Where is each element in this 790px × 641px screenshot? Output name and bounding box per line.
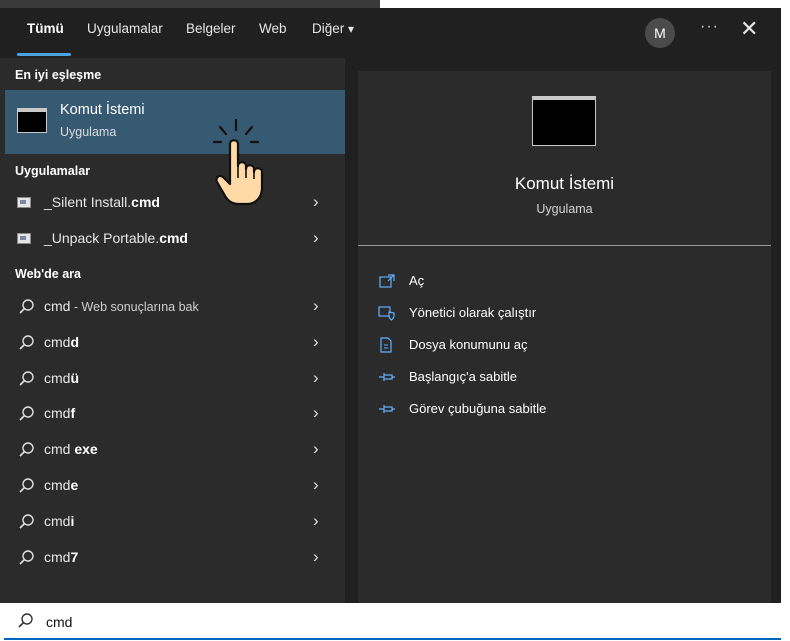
best-match-item[interactable]: Komut İstemi Uygulama xyxy=(5,90,345,154)
open-icon xyxy=(379,274,395,288)
active-tab-indicator xyxy=(17,53,71,56)
web-result-item[interactable]: cmd exe › xyxy=(0,433,345,467)
tab-more-label: Diğer xyxy=(312,21,345,36)
web-result-item[interactable]: cmdü › xyxy=(0,362,345,396)
chevron-right-icon[interactable]: › xyxy=(313,296,319,316)
search-icon xyxy=(19,370,34,386)
more-options-icon[interactable]: ··· xyxy=(700,18,719,36)
details-type: Uygulama xyxy=(536,202,593,216)
web-search-heading: Web'de ara xyxy=(15,267,81,281)
search-input[interactable] xyxy=(44,609,748,635)
command-prompt-large-icon xyxy=(532,96,596,146)
results-list: En iyi eşleşme Komut İstemi Uygulama Uyg… xyxy=(0,58,345,603)
script-file-icon xyxy=(17,233,31,244)
search-box[interactable] xyxy=(4,603,781,640)
start-search-panel: Tümü Uygulamalar Belgeler Web Diğer ▾ M … xyxy=(0,8,781,603)
script-file-icon xyxy=(17,197,31,208)
best-match-heading: En iyi eşleşme xyxy=(15,68,102,82)
search-icon xyxy=(19,335,34,350)
search-icon xyxy=(19,549,34,565)
web-result-item[interactable]: cmdf › xyxy=(0,397,345,431)
details-pane: Komut İstemi Uygulama Aç Yönetici olarak… xyxy=(358,71,771,603)
action-label: Aç xyxy=(409,273,425,288)
chevron-right-icon[interactable]: › xyxy=(313,368,319,388)
chevron-right-icon[interactable]: › xyxy=(313,403,319,423)
action-label: Yönetici olarak çalıştır xyxy=(409,305,537,320)
search-icon xyxy=(19,514,34,529)
command-prompt-icon xyxy=(17,108,47,133)
pin-icon xyxy=(379,405,395,413)
tab-all[interactable]: Tümü xyxy=(27,21,64,36)
web-result-label: cmdü xyxy=(44,369,80,386)
background-strip xyxy=(0,0,790,8)
web-result-label: cmd7 xyxy=(44,548,79,565)
web-result-item[interactable]: cmde › xyxy=(0,469,345,503)
tab-apps[interactable]: Uygulamalar xyxy=(87,21,163,36)
chevron-right-icon[interactable]: › xyxy=(313,228,319,248)
web-result-label: cmde xyxy=(44,477,79,493)
web-result-item[interactable]: cmdi › xyxy=(0,505,345,539)
web-result-item[interactable]: cmd - Web sonuçlarına bak › xyxy=(0,290,345,324)
web-result-item[interactable]: cmd7 › xyxy=(0,541,345,575)
filter-tabs: Tümü Uygulamalar Belgeler Web Diğer ▾ M … xyxy=(0,8,781,58)
web-result-label: cmdf xyxy=(44,405,76,422)
chevron-right-icon[interactable]: › xyxy=(313,439,319,459)
chevron-right-icon[interactable]: › xyxy=(313,475,319,495)
web-result-label: cmd exe xyxy=(44,441,98,458)
details-title: Komut İstemi xyxy=(514,174,615,193)
chevron-down-icon: ▾ xyxy=(348,22,355,36)
best-match-name: Komut İstemi xyxy=(60,102,145,118)
action-label: Dosya konumunu aç xyxy=(409,337,528,352)
search-icon xyxy=(19,478,34,493)
best-match-type: Uygulama xyxy=(60,125,117,139)
hand-pointer-icon xyxy=(212,118,264,206)
file-location-icon xyxy=(380,337,392,353)
tab-more[interactable]: Diğer ▾ xyxy=(312,21,354,36)
search-icon xyxy=(19,442,34,457)
app-result-item[interactable]: _Silent Install.cmd › xyxy=(0,186,345,220)
chevron-right-icon[interactable]: › xyxy=(313,511,319,531)
apps-heading: Uygulamalar xyxy=(15,164,91,178)
search-icon xyxy=(18,613,33,628)
app-result-item[interactable]: _Unpack Portable.cmd › xyxy=(0,222,345,256)
avatar[interactable]: M xyxy=(645,18,675,48)
app-result-label: _Silent Install.cmd xyxy=(44,194,160,210)
shield-icon xyxy=(378,306,395,321)
web-result-label: cmdi xyxy=(44,512,75,529)
action-label: Başlangıç'a sabitle xyxy=(409,369,517,384)
chevron-right-icon[interactable]: › xyxy=(313,192,319,212)
close-icon[interactable]: ✕ xyxy=(740,16,758,42)
web-result-item[interactable]: cmdd › xyxy=(0,326,345,360)
search-icon xyxy=(19,299,34,314)
tab-web[interactable]: Web xyxy=(259,21,287,36)
app-result-label: _Unpack Portable.cmd xyxy=(44,230,188,246)
chevron-right-icon[interactable]: › xyxy=(313,547,319,567)
tab-documents[interactable]: Belgeler xyxy=(186,21,236,36)
action-label: Görev çubuğuna sabitle xyxy=(409,401,547,416)
chevron-right-icon[interactable]: › xyxy=(313,332,319,352)
divider xyxy=(358,245,771,246)
pin-icon xyxy=(379,373,395,381)
web-result-label: cmd - Web sonuçlarına bak xyxy=(44,298,199,314)
search-icon xyxy=(19,406,34,421)
web-result-label: cmdd xyxy=(44,333,80,350)
